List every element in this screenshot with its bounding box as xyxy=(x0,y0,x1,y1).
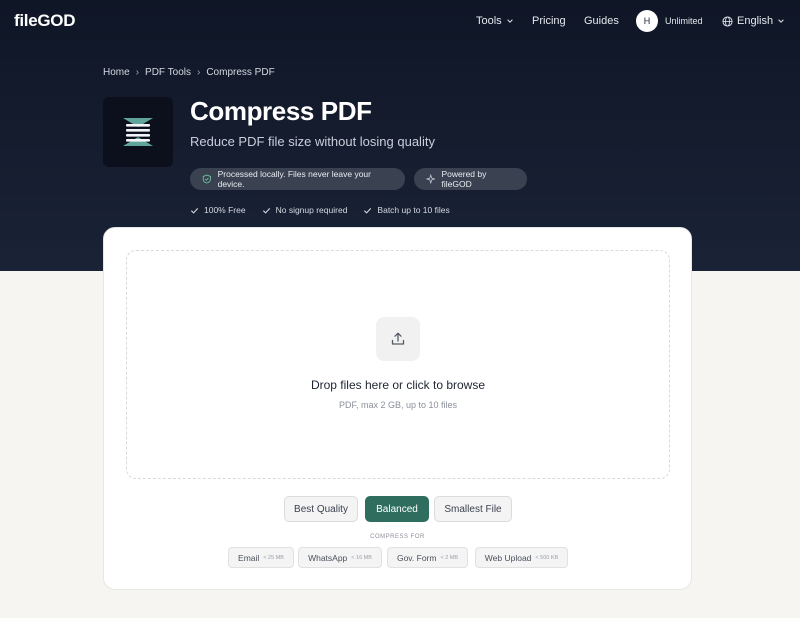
brand-logo[interactable]: fileGOD xyxy=(14,11,75,31)
dropzone-subtitle: PDF, max 2 GB, up to 10 files xyxy=(338,400,458,410)
preset-limit: < 2 MB xyxy=(440,554,459,561)
chevron-right-icon: › xyxy=(135,67,140,78)
language-selector[interactable]: English xyxy=(722,15,785,27)
globe-icon xyxy=(722,15,733,27)
top-navbar: fileGOD Tools Pricing Guides H Unlimited… xyxy=(0,0,800,44)
chevron-down-icon xyxy=(778,19,784,23)
feature-list: 100% Free No signup required Batch up to… xyxy=(190,205,450,215)
preset-web-upload-button[interactable]: Web Upload < 500 KB xyxy=(475,547,568,568)
check-icon xyxy=(262,207,270,214)
preset-name: Gov. Form xyxy=(396,552,437,563)
preset-email-button[interactable]: Email < 25 MB xyxy=(228,547,294,568)
tool-card: Drop files here or click to browse PDF, … xyxy=(103,227,692,590)
breadcrumb-home[interactable]: Home xyxy=(103,67,130,78)
preset-name: Email xyxy=(238,552,260,563)
feature-label: Batch up to 10 files xyxy=(377,205,450,215)
privacy-badge: Processed locally. Files never leave you… xyxy=(190,168,405,190)
nav-tools-label: Tools xyxy=(476,15,502,27)
feature-item: No signup required xyxy=(262,205,348,215)
preset-gov-form-button[interactable]: Gov. Form < 2 MB xyxy=(387,547,468,568)
quality-smallest-button[interactable]: Smallest File xyxy=(434,496,512,522)
breadcrumb-pdf-tools[interactable]: PDF Tools xyxy=(145,67,191,78)
shield-check-icon xyxy=(202,174,211,184)
preset-limit: < 500 KB xyxy=(535,554,559,561)
feature-item: 100% Free xyxy=(190,205,246,215)
preset-limit: < 16 MB xyxy=(351,554,372,561)
feature-label: No signup required xyxy=(275,205,348,215)
compress-pdf-icon xyxy=(103,97,173,167)
feature-label: 100% Free xyxy=(204,205,246,215)
compress-for-label: COMPRESS FOR xyxy=(370,534,425,540)
feature-item: Batch up to 10 files xyxy=(363,205,450,215)
preset-whatsapp-button[interactable]: WhatsApp < 16 MB xyxy=(298,547,382,568)
privacy-text: Processed locally. Files never leave you… xyxy=(217,169,371,189)
quality-balanced-button[interactable]: Balanced xyxy=(365,496,429,522)
preset-limit: < 25 MB xyxy=(263,554,284,561)
check-icon xyxy=(190,207,199,214)
preset-name: WhatsApp xyxy=(308,552,348,563)
check-icon xyxy=(364,207,372,214)
preset-name: Web Upload xyxy=(484,552,532,563)
powered-by-text: Powered by fileGOD xyxy=(441,169,487,189)
quality-best-button[interactable]: Best Quality xyxy=(284,496,358,522)
breadcrumb-current: Compress PDF xyxy=(206,67,275,78)
breadcrumb: Home › PDF Tools › Compress PDF xyxy=(103,67,275,78)
plan-label: Unlimited xyxy=(665,16,703,26)
powered-by-badge: Powered by fileGOD xyxy=(414,168,527,190)
file-dropzone[interactable]: Drop files here or click to browse PDF, … xyxy=(126,250,670,479)
nav-tools-menu[interactable]: Tools xyxy=(476,15,514,27)
upload-icon xyxy=(376,317,420,361)
page-subtitle: Reduce PDF file size without losing qual… xyxy=(190,134,435,149)
chevron-right-icon: › xyxy=(196,67,201,78)
nav-guides-link[interactable]: Guides xyxy=(584,15,619,27)
chevron-down-icon xyxy=(506,19,513,23)
sparkle-icon xyxy=(426,174,436,184)
user-avatar[interactable]: H xyxy=(636,10,658,32)
nav-pricing-link[interactable]: Pricing xyxy=(532,15,566,27)
page-title: Compress PDF xyxy=(190,96,372,126)
dropzone-title: Drop files here or click to browse xyxy=(310,378,486,392)
language-label: English xyxy=(737,15,774,27)
